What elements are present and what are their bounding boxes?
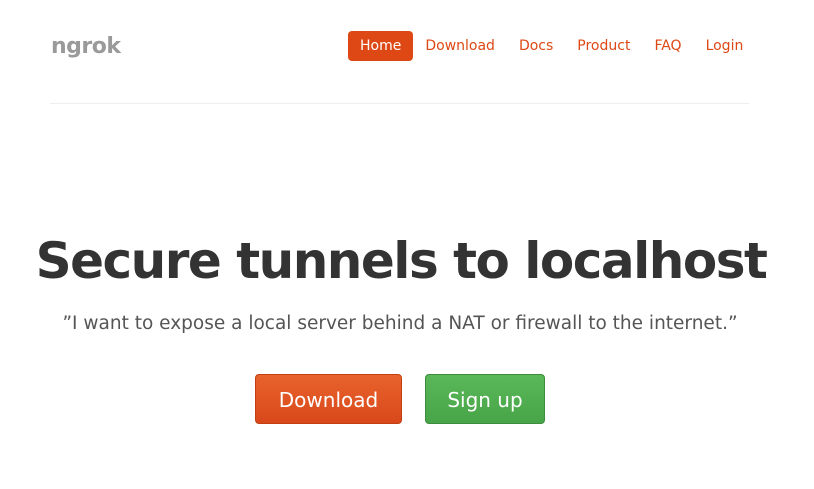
hero-headline: Secure tunnels to localhost	[35, 232, 768, 290]
nav-item-faq[interactable]: FAQ	[642, 31, 693, 61]
nav-item-product[interactable]: Product	[565, 31, 642, 61]
brand-logo[interactable]: ngrok	[51, 34, 121, 59]
nav-item-docs[interactable]: Docs	[507, 31, 565, 61]
signup-button[interactable]: Sign up	[425, 374, 545, 424]
nav-item-download[interactable]: Download	[413, 31, 507, 61]
nav-item-home[interactable]: Home	[348, 31, 414, 61]
download-button[interactable]: Download	[255, 374, 402, 424]
header-divider	[50, 103, 749, 104]
nav-item-login[interactable]: Login	[694, 31, 756, 61]
top-nav: Home Download Docs Product FAQ Login	[348, 31, 755, 61]
hero-tagline: ”I want to expose a local server behind …	[62, 313, 738, 334]
page: ngrok Home Download Docs Product FAQ Log…	[0, 0, 814, 489]
